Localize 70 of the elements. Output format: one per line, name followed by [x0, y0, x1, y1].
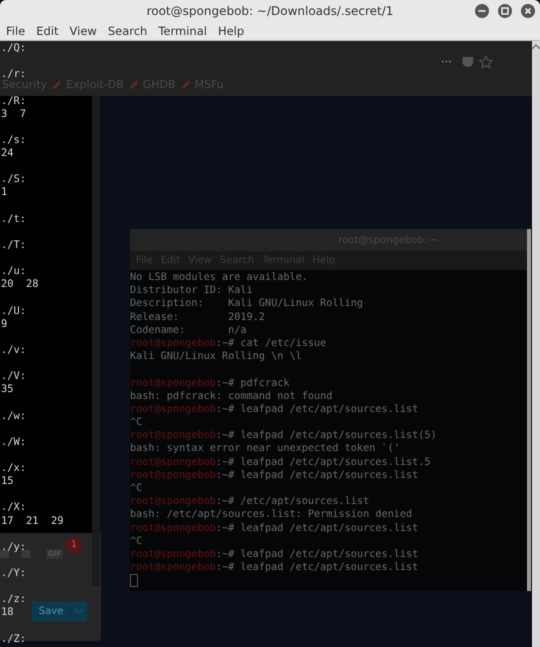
terminal-line: Description: Kali GNU/Linux Rolling [130, 297, 364, 311]
terminal-line: 35 [1, 383, 14, 396]
terminal-line: ./S: [1, 173, 26, 186]
menu-item[interactable]: File [6, 24, 26, 38]
notification-badge: 1 [66, 537, 82, 553]
menu-item[interactable]: Terminal [158, 24, 207, 38]
terminal-line: ./X: [1, 501, 26, 514]
terminal-line: ./Z: [1, 632, 26, 646]
terminal-line: Distributor ID: Kali [130, 284, 253, 298]
terminal-line: 20 28 [1, 278, 39, 292]
terminal-line: bash: /etc/apt/sources.list: Permission denied [130, 508, 412, 522]
terminal-line: ./W: [1, 436, 26, 449]
terminal-line: ./u: [1, 265, 26, 278]
terminal-line: ^C [130, 534, 142, 548]
menu-item[interactable]: Search [108, 24, 148, 38]
terminal-line: ^C [130, 482, 142, 496]
terminal-line: root@spongebob:~# leafpad /etc/apt/sources.list [130, 522, 418, 535]
maximize-icon[interactable] [498, 4, 512, 18]
terminal-line: root@spongebob:~# leafpad /etc/apt/sources.list.5 [130, 456, 431, 469]
terminal-line: ^C [130, 416, 142, 430]
terminal-line: ./z: [1, 593, 26, 606]
text-cursor [130, 574, 138, 588]
save-button[interactable]: Save [32, 601, 70, 621]
bookmark-icon [128, 80, 138, 89]
terminal-line: root@spongebob:~# leafpad /etc/apt/sources.list [130, 468, 418, 482]
terminal-line: root@spongebob:~# leafpad /etc/apt/sources.list [130, 561, 418, 574]
scrollbar[interactable] [92, 96, 100, 586]
bookmark-icon [180, 80, 190, 89]
terminal-line: root@spongebob:~# leafpad /etc/apt/sources.list [130, 548, 418, 562]
terminal-line: root@spongebob:~# cat /etc/issue [130, 336, 326, 350]
menu-item[interactable]: View [70, 24, 97, 38]
toolbar-icons-drawing [440, 55, 494, 68]
terminal-line: 15 [1, 475, 14, 488]
terminal-line: 17 21 29 [1, 514, 64, 528]
terminal-line: ./Q: [1, 42, 26, 56]
terminal-line: ./w: [1, 410, 26, 423]
terminal-line: Release: 2019.2 [130, 310, 265, 324]
scrollbar[interactable] [532, 41, 540, 647]
terminal-line: ./U: [1, 304, 26, 318]
terminal-line: root@spongebob:~# /etc/apt/sources.list [130, 495, 370, 508]
terminal-line: ./Y: [1, 567, 26, 580]
terminal-line: ./V: [1, 370, 26, 384]
terminal-line: Codename: n/a [130, 324, 247, 337]
menu-item[interactable]: Help [218, 24, 244, 38]
terminal-line: 24 [1, 147, 14, 160]
terminal-line: No LSB modules are available. [130, 271, 308, 284]
terminal-line: ./v: [1, 344, 26, 357]
terminal-line: 1 [1, 186, 8, 200]
terminal-line: root@spongebob:~# pdfcrack [130, 376, 290, 390]
terminal-line: 18 [1, 606, 14, 620]
minimize-icon[interactable] [475, 4, 489, 18]
terminal-line: ./T: [1, 238, 26, 252]
terminal-line: Kali GNU/Linux Rolling \n \l [130, 350, 302, 364]
scroll-up-icon[interactable] [532, 44, 540, 49]
terminal-line: root@spongebob:~# leafpad /etc/apt/sources.list(5) [130, 429, 437, 442]
terminal-line: root@spongebob:~# leafpad /etc/apt/sources.list [130, 402, 418, 416]
terminal-line: 3 7 [1, 108, 26, 121]
terminal-line: ./t: [1, 212, 26, 226]
terminal-line: ./x: [1, 462, 26, 476]
terminal-line: 9 [1, 318, 8, 331]
window-title: root@spongebob: ~/Downloads/.secret/1 [146, 4, 394, 18]
terminal-line: bash: syntax error near unexpected token `(' [130, 442, 400, 456]
menu-item[interactable]: Edit [36, 24, 59, 38]
terminal-line: ./r: [1, 68, 26, 80]
terminal-line: ./R: [1, 94, 26, 108]
terminal-line: bash: pdfcrack: command not found [130, 390, 332, 403]
terminal-line: ./y: [1, 540, 26, 554]
bookmark-icon [52, 80, 62, 89]
close-icon[interactable] [521, 4, 535, 18]
terminal-line: ./s: [1, 134, 26, 147]
